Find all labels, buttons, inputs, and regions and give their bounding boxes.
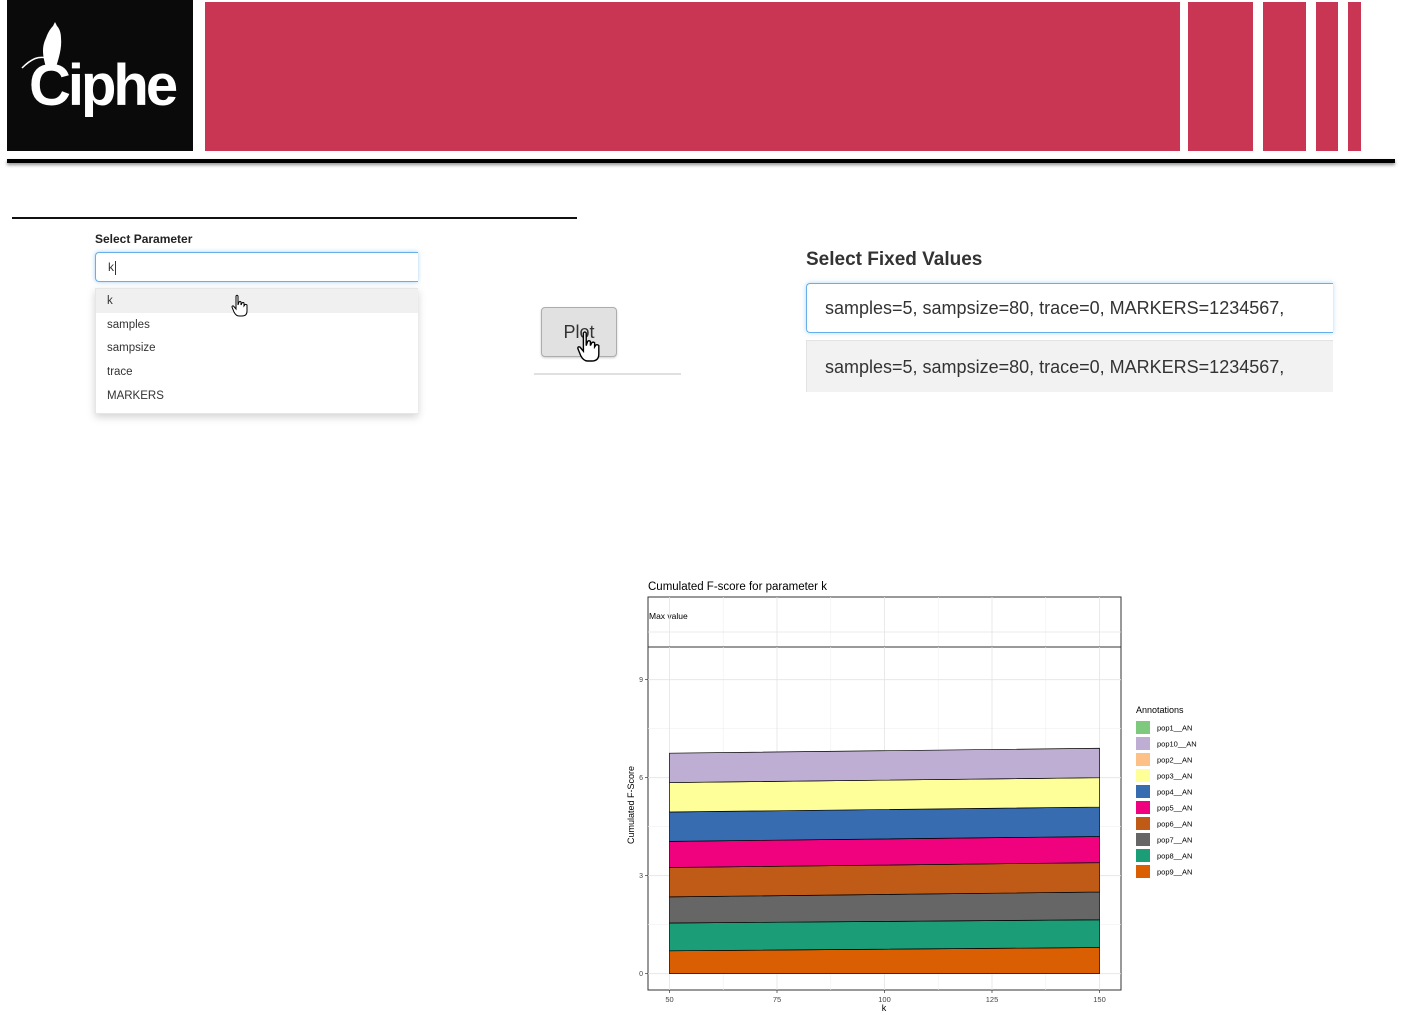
header-stripe [1316, 2, 1338, 151]
legend-label: pop5__AN [1157, 804, 1192, 813]
x-axis-ticks: 50 75 100 125 150 [665, 990, 1106, 1004]
x-tick-label: 75 [773, 995, 781, 1004]
select-fixed-values-label: Select Fixed Values [806, 249, 983, 270]
x-tick-label: 50 [665, 995, 673, 1004]
header-stripe [1263, 2, 1306, 151]
legend-label: pop4__AN [1157, 788, 1192, 797]
area-pop9__AN [669, 947, 1100, 975]
dropdown-option-trace[interactable]: trace [96, 360, 418, 384]
y-tick-label: 9 [639, 677, 643, 684]
parameter-search-input[interactable]: k [95, 252, 418, 282]
area-pop8__AN [669, 919, 1100, 952]
legend-swatch [1136, 817, 1150, 830]
legend-swatch [1136, 769, 1150, 782]
legend-swatch [1136, 753, 1150, 766]
x-axis-label: k [882, 1003, 887, 1013]
dropdown-option-sampsize[interactable]: sampsize [96, 336, 418, 360]
area-pop3__AN [669, 777, 1100, 813]
legend-swatch [1136, 721, 1150, 734]
parameter-input-value: k [108, 260, 114, 274]
y-axis-ticks: 0 3 6 9 [639, 677, 648, 978]
logo-text: Ciphe [29, 53, 178, 118]
fixed-values-option[interactable]: samples=5, sampsize=80, trace=0, MARKERS… [806, 340, 1333, 392]
select-parameter-label: Select Parameter [95, 232, 193, 246]
facet-label: Max value [649, 611, 688, 621]
section-divider [12, 217, 577, 219]
dropdown-option-samples[interactable]: samples [96, 313, 418, 337]
parameter-dropdown: k samples sampsize trace MARKERS [95, 288, 418, 414]
area-pop10__AN [669, 747, 1100, 783]
legend-label: pop2__AN [1157, 756, 1192, 765]
y-axis-label: Cumulated F-Score [626, 766, 636, 844]
x-tick-label: 125 [986, 995, 999, 1004]
area-pop5__AN [669, 836, 1100, 868]
legend-label: pop9__AN [1157, 868, 1192, 877]
button-divider [534, 373, 681, 375]
area-pop7__AN [669, 891, 1100, 924]
area-pop4__AN [669, 806, 1100, 842]
area-pop6__AN [669, 862, 1100, 898]
legend-label: pop8__AN [1157, 852, 1192, 861]
y-tick-label: 6 [639, 775, 643, 782]
legend-label: pop10__AN [1157, 740, 1197, 749]
x-tick-label: 150 [1093, 995, 1106, 1004]
legend: pop1__AN pop10__AN pop2__AN pop3__AN pop4__A… [1136, 721, 1197, 878]
legend-label: pop3__AN [1157, 772, 1192, 781]
header-divider [7, 159, 1395, 163]
legend-swatch [1136, 865, 1150, 878]
legend-swatch [1136, 849, 1150, 862]
header-banner [205, 2, 1180, 151]
legend-title: Annotations [1136, 705, 1184, 715]
legend-label: pop6__AN [1157, 820, 1192, 829]
text-caret [115, 260, 116, 275]
legend-swatch [1136, 833, 1150, 846]
legend-label: pop7__AN [1157, 836, 1192, 845]
y-tick-label: 0 [639, 971, 643, 978]
legend-label: pop1__AN [1157, 724, 1192, 733]
hand-cursor-icon [231, 294, 248, 317]
fscore-chart: Cumulated F-score for parameter k Max va… [626, 581, 1197, 1013]
stacked-areas [669, 747, 1100, 975]
legend-swatch [1136, 785, 1150, 798]
ciphe-logo: Ciphe [7, 0, 193, 151]
chart-title: Cumulated F-score for parameter k [648, 581, 827, 593]
fixed-values-input[interactable]: samples=5, sampsize=80, trace=0, MARKERS… [806, 283, 1333, 333]
header-stripe [1348, 2, 1361, 151]
hand-cursor-icon [577, 331, 600, 362]
y-tick-label: 3 [639, 873, 643, 880]
dropdown-option-markers[interactable]: MARKERS [96, 384, 418, 408]
legend-swatch [1136, 737, 1150, 750]
dropdown-option-k[interactable]: k [96, 289, 418, 313]
header-stripe [1188, 2, 1253, 151]
legend-swatch [1136, 801, 1150, 814]
